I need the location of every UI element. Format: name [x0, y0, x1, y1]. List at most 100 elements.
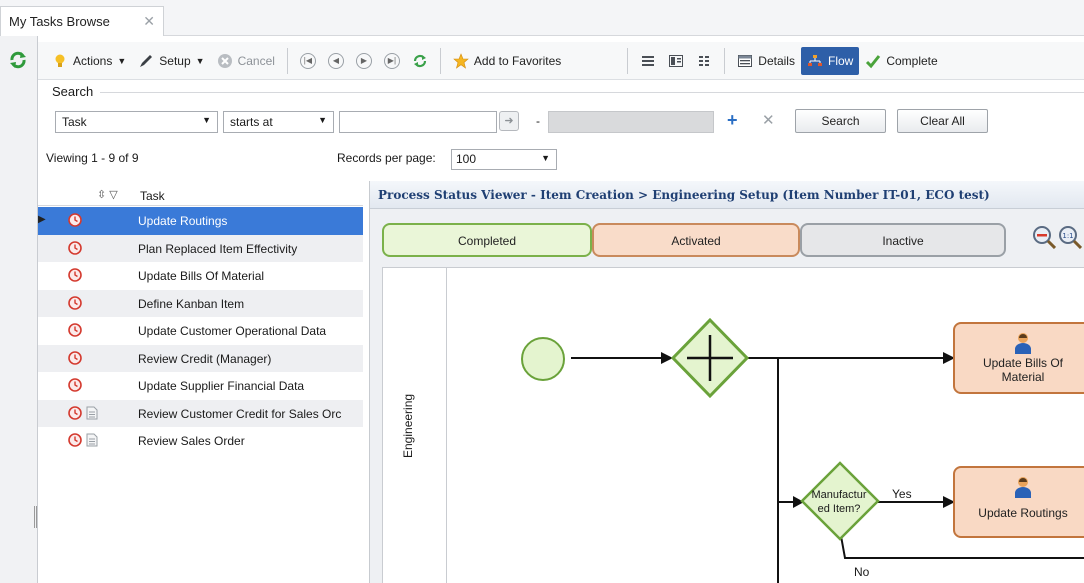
pen-icon: [140, 54, 153, 67]
task-update-bills-of-material[interactable]: Update Bills Of Material: [953, 322, 1084, 394]
clock-icon: [68, 240, 82, 255]
flow-icon: [807, 54, 822, 66]
document-icon: [86, 433, 98, 447]
table-row[interactable]: Update Customer Operational Data: [38, 317, 363, 345]
clock-icon: [68, 433, 82, 447]
task-name: Update Routings: [138, 214, 228, 228]
legend-inactive: Inactive: [800, 223, 1006, 257]
svg-text:1:1: 1:1: [1062, 232, 1073, 240]
add-to-favorites-button[interactable]: Add to Favorites: [447, 47, 567, 75]
flow-canvas: Engineering Manufactur ed Item? Yes No U…: [382, 267, 1084, 583]
search-button[interactable]: Search: [795, 109, 886, 133]
clock-icon: [68, 268, 82, 282]
details-button[interactable]: Details: [731, 47, 801, 75]
records-per-page-select[interactable]: 100 ▼: [451, 149, 557, 170]
task-routings-label: Update Routings: [978, 506, 1068, 520]
table-row[interactable]: Review Customer Credit for Sales Orc: [38, 399, 363, 427]
start-event-circle[interactable]: [519, 335, 567, 383]
task-name: Update Supplier Financial Data: [138, 379, 305, 393]
table-row[interactable]: ▶ Update Routings: [38, 207, 363, 235]
cancel-label: Cancel: [237, 53, 275, 68]
flow-label: Flow: [827, 53, 854, 68]
table-row[interactable]: Review Sales Order: [38, 427, 363, 455]
search-operator-select[interactable]: starts at ▼: [223, 111, 334, 133]
zoom-out-icon[interactable]: [1032, 225, 1056, 249]
table-row[interactable]: Define Kanban Item: [38, 289, 363, 317]
left-collapse-strip: [0, 36, 38, 583]
last-record-button[interactable]: ▶|: [378, 47, 406, 75]
clock-icon: [68, 295, 82, 310]
no-label: No: [854, 565, 870, 579]
cancel-icon: [217, 53, 232, 68]
previous-record-button[interactable]: ◀: [322, 47, 350, 75]
tab-bar: My Tasks Browse ✕: [0, 0, 1084, 36]
table-row[interactable]: Review Credit (Manager): [38, 344, 363, 372]
table-row[interactable]: Update Bills Of Material: [38, 262, 363, 290]
toolbar-divider: [724, 47, 726, 74]
search-field-select[interactable]: Task ▼: [55, 111, 218, 133]
clear-all-button[interactable]: Clear All: [897, 109, 988, 133]
search-field-value: Task: [62, 115, 87, 129]
task-bills-line2: Material: [1001, 370, 1045, 384]
reload-button[interactable]: [406, 47, 434, 75]
current-row-indicator-icon: ▶: [38, 214, 46, 225]
sort-filter-icon[interactable]: ⇳ ▽: [97, 188, 118, 201]
task-update-routings[interactable]: Update Routings: [953, 466, 1084, 538]
refresh-icon[interactable]: [8, 50, 28, 70]
grid-view-icon: [699, 55, 710, 66]
legend-activated: Activated: [592, 223, 800, 257]
task-name: Review Credit (Manager): [138, 351, 272, 366]
lookup-button[interactable]: ➜: [499, 111, 519, 131]
add-criteria-icon[interactable]: +: [727, 110, 738, 131]
task-name: Review Customer Credit for Sales Orc: [138, 406, 342, 421]
task-name: Update Customer Operational Data: [138, 324, 327, 338]
grid-view-button[interactable]: [690, 47, 718, 75]
zoom-actual-size-icon[interactable]: 1:1: [1058, 225, 1082, 249]
list-view-button[interactable]: [634, 47, 662, 75]
chevron-down-icon: ▼: [195, 55, 205, 66]
arrow-right-icon: ➜: [504, 115, 514, 127]
clock-icon: [68, 405, 82, 420]
clock-icon: [68, 213, 82, 227]
toolbar: Actions ▼ Setup ▼ Cancel |◀ ◀ ▶ ▶| Add t…: [38, 42, 1084, 80]
toolbar-divider: [439, 47, 441, 74]
details-icon: [738, 54, 753, 67]
setup-menu[interactable]: Setup ▼: [132, 47, 210, 75]
lightbulb-icon: [55, 54, 65, 67]
split-view-button[interactable]: [662, 47, 690, 75]
complete-button[interactable]: Complete: [859, 47, 943, 75]
next-record-button[interactable]: ▶: [350, 47, 378, 75]
first-record-button[interactable]: |◀: [294, 47, 322, 75]
tab-my-tasks-browse[interactable]: My Tasks Browse ✕: [0, 6, 164, 36]
search-value-input[interactable]: [339, 111, 497, 133]
actions-menu[interactable]: Actions ▼: [46, 47, 132, 75]
first-icon: |◀: [299, 52, 316, 69]
splitter-handle[interactable]: [34, 506, 37, 528]
document-icon: [86, 406, 98, 420]
toolbar-divider: [286, 47, 288, 74]
decision-label-line2: ed Item?: [817, 503, 861, 515]
viewing-count: Viewing 1 - 9 of 9: [46, 151, 139, 165]
chevron-down-icon: ▼: [318, 115, 327, 125]
refresh-icon: [413, 54, 427, 67]
chevron-down-icon: ▼: [202, 115, 211, 125]
parallel-gateway[interactable]: [670, 317, 750, 399]
process-viewer-body: Completed Activated Inactive 1:1 Enginee…: [370, 209, 1084, 583]
complete-label: Complete: [886, 53, 938, 68]
task-name: Update Bills Of Material: [138, 269, 265, 283]
chevron-down-icon: ▼: [117, 55, 127, 66]
actions-label: Actions: [73, 53, 113, 68]
task-grid: ▶ Update Routings Plan Replaced Item Effec…: [38, 207, 363, 455]
task-column-header[interactable]: Task: [140, 189, 165, 203]
table-row[interactable]: Plan Replaced Item Effectivity: [38, 234, 363, 262]
flow-button[interactable]: Flow: [800, 46, 860, 75]
close-icon[interactable]: ✕: [143, 13, 155, 30]
records-per-page-value: 100: [456, 152, 477, 166]
cancel-button[interactable]: Cancel: [211, 47, 281, 75]
user-icon: [1015, 477, 1031, 498]
search-range-end-input[interactable]: [548, 111, 714, 133]
next-icon: ▶: [355, 52, 372, 69]
table-row[interactable]: Update Supplier Financial Data: [38, 372, 363, 400]
clock-icon: [68, 378, 82, 392]
remove-criteria-icon[interactable]: ✕: [762, 111, 775, 129]
